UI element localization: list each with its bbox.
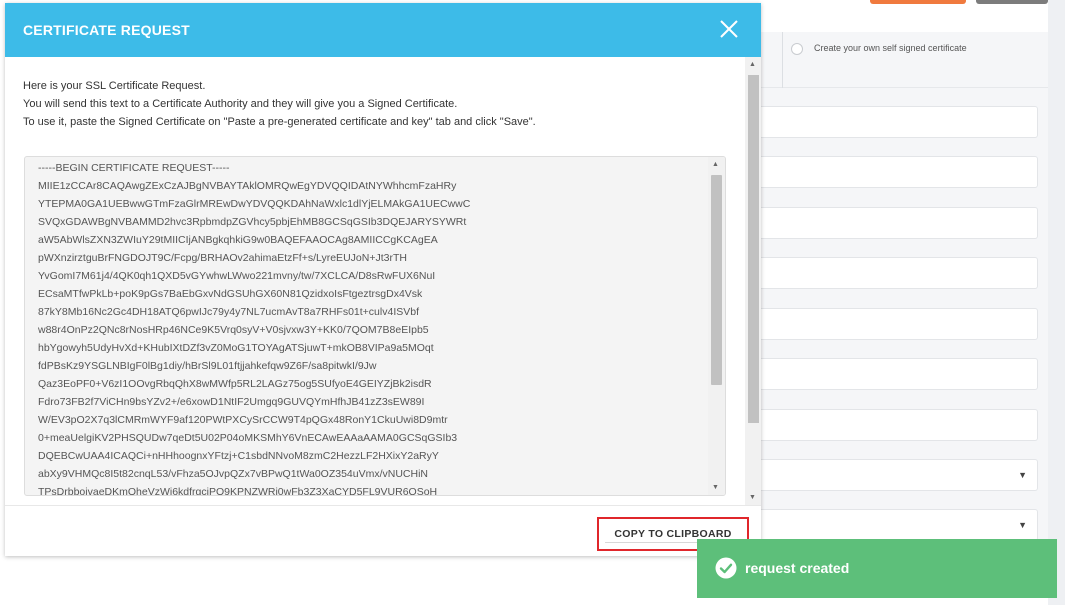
scroll-down-icon[interactable]: ▼: [712, 484, 719, 491]
certificate-line: aW5AbWlsZXN3ZWIuY29tMIICIjANBgkqhkiG9w0B…: [38, 234, 438, 246]
page-scrollbar[interactable]: [1048, 0, 1065, 605]
tab-separator: [782, 32, 783, 88]
certificate-line: 0+meaUelgiKV2PHSQUDw7qeDt5U02P04oMKSMhY6…: [38, 432, 458, 444]
scroll-up-icon[interactable]: ▲: [749, 61, 756, 68]
modal-title: CERTIFICATE REQUEST: [23, 22, 190, 38]
close-icon: [720, 20, 738, 38]
certificate-line: W/EV3pO2X7q3lCMRmWYF9af120PWtPXCySrCCW9T…: [38, 414, 448, 426]
modal-body: Here is your SSL Certificate Request. Yo…: [5, 57, 745, 505]
certificate-line: TPsDrbbojvaeDKmOheVzWj6kdfrgciPO9KPNZWRi…: [38, 486, 438, 496]
background-field[interactable]: [760, 106, 1038, 138]
background-primary-button[interactable]: [870, 0, 966, 4]
scroll-down-icon[interactable]: ▼: [749, 494, 756, 501]
background-field[interactable]: [760, 156, 1038, 188]
certificate-line: YvGomI7M61j4/4QK0qh1QXD5vGYwhwLWwo221mvn…: [38, 270, 436, 282]
intro-line: Here is your SSL Certificate Request.: [23, 80, 206, 92]
certificate-line: SVQxGDAWBgNVBAMMD2hvc3RpbmdpZGVhcy5pbjEh…: [38, 216, 467, 228]
background-field[interactable]: [760, 409, 1038, 441]
success-toast: request created: [697, 539, 1057, 598]
certificate-line: ECsaMTfwPkLb+poK9pGs7BaEbGxvNdGSUhGX60N8…: [38, 288, 423, 300]
modal-footer: COPY TO CLIPBOARD: [5, 505, 761, 556]
chevron-down-icon: ▼: [1018, 470, 1027, 480]
certificate-line: fdPBsKz9YSGLNBIgF0lBg1diy/hBrSl9L01ftjja…: [38, 360, 377, 372]
close-button[interactable]: [716, 16, 742, 42]
modal-scrollbar[interactable]: ▲ ▼: [745, 57, 761, 505]
intro-line: To use it, paste the Signed Certificate …: [23, 116, 536, 128]
certificate-line: Qaz3EoPF0+V6zI1OOvgRbqQhX8wMWfp5RL2LAGz7…: [38, 378, 432, 390]
textarea-scrollbar[interactable]: ▲ ▼: [708, 157, 725, 495]
certificate-line: 87kY8Mb16Nc2Gc4DH18ATQ6pwIJc79y4y7NL7ucm…: [38, 306, 419, 318]
intro-line: You will send this text to a Certificate…: [23, 98, 458, 110]
intro-text: Here is your SSL Certificate Request. Yo…: [23, 77, 536, 131]
background-field[interactable]: [760, 257, 1038, 289]
checkmark-circle-icon: [715, 557, 737, 579]
certificate-line: pWXnzirztguBrFNGDOJT9C/Fcpg/BRHAOv2ahima…: [38, 252, 407, 264]
background-field[interactable]: [760, 358, 1038, 390]
background-field[interactable]: [760, 207, 1038, 239]
certificate-request-text: -----BEGIN CERTIFICATE REQUEST----- MIIE1…: [38, 159, 708, 496]
certificate-line: w88r4OnPz2QNc8rNosHRp46NCe9K5Vrq0syV+V0s…: [38, 324, 429, 336]
modal-scroll-thumb[interactable]: [748, 75, 759, 423]
chevron-down-icon: ▼: [1018, 520, 1027, 530]
scroll-up-icon[interactable]: ▲: [712, 161, 719, 168]
background-select[interactable]: ▼: [760, 459, 1038, 491]
background-select[interactable]: ▼: [760, 509, 1038, 541]
textarea-scroll-thumb[interactable]: [711, 175, 722, 385]
background-secondary-button[interactable]: [976, 0, 1048, 4]
self-signed-radio[interactable]: [791, 43, 803, 55]
modal-header: CERTIFICATE REQUEST: [5, 3, 761, 57]
certificate-line: -----BEGIN CERTIFICATE REQUEST-----: [38, 162, 230, 174]
certificate-request-modal: CERTIFICATE REQUEST Here is your SSL Cer…: [5, 3, 761, 556]
certificate-line: DQEBCwUAA4ICAQCi+nHHhoognxYFtzj+C1sbdNNv…: [38, 450, 439, 462]
background-field[interactable]: [760, 308, 1038, 340]
self-signed-radio-label: Create your own self signed certificate: [814, 43, 967, 53]
tab-self-signed[interactable]: [760, 32, 1048, 88]
toast-message: request created: [745, 560, 850, 576]
certificate-line: Fdro73FB2f7ViCHn9bsYZv2+/e6xowD1NtIF2Umg…: [38, 396, 425, 408]
certificate-request-textarea[interactable]: -----BEGIN CERTIFICATE REQUEST----- MIIE1…: [24, 156, 726, 496]
certificate-line: abXy9VHMQc8I5t82cnqL53/vFhza5OJvpQZx7vBP…: [38, 468, 429, 480]
certificate-line: YTEPMA0GA1UEBwwGTmFzaGlrMREwDwYDVQQKDAhN…: [38, 198, 471, 210]
certificate-line: hbYgowyh5UdyHvXd+KHubIXtDZf3vZ0MoG1TOYAg…: [38, 342, 434, 354]
certificate-line: MIIE1zCCAr8CAQAwgZExCzAJBgNVBAYTAklOMRQw…: [38, 180, 457, 192]
